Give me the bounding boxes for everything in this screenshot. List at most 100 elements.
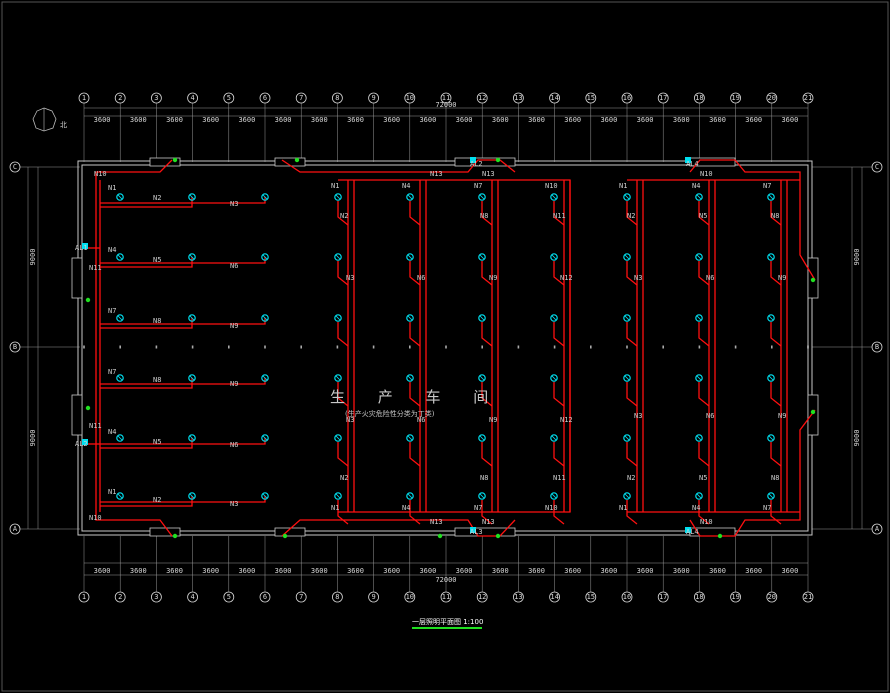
axis-label: 16: [623, 94, 631, 102]
circuit-wire: [481, 322, 493, 347]
light-fixture-cross: [768, 375, 774, 381]
axis-label: 3: [154, 593, 158, 601]
circuit-label: N6: [706, 274, 714, 282]
bay-dimension: 3600: [419, 116, 436, 124]
circuit-wire: [100, 378, 266, 385]
light-fixture-cross: [117, 493, 123, 499]
circuit-label: N3: [230, 200, 238, 208]
circuit-label: N6: [230, 441, 238, 449]
bay-dimension: 3600: [637, 567, 654, 575]
axis-label: 7: [299, 593, 303, 601]
axis-label: 19: [731, 593, 739, 601]
axis-label: 20: [768, 94, 776, 102]
circuit-label: N1: [331, 182, 339, 190]
exit-light-icon: [495, 157, 501, 163]
light-fixture-cross: [696, 254, 702, 260]
circuit-label: N8: [480, 212, 488, 220]
axis-label: 5: [227, 94, 231, 102]
light-fixture-cross: [117, 194, 123, 200]
bay-dimension: 3600: [781, 116, 798, 124]
row-dimension: 9000: [853, 249, 861, 266]
room-title: 生 产 车 间: [330, 388, 502, 406]
circuit-wire: [100, 438, 193, 449]
circuit-wire: [626, 442, 638, 467]
exit-light-icon: [85, 405, 91, 411]
column-mark: [372, 345, 375, 349]
light-fixture-cross: [696, 315, 702, 321]
circuit-label: AL2: [75, 440, 88, 448]
bay-dimension: 3600: [94, 567, 111, 575]
circuit-label: N4: [692, 504, 700, 512]
circuit-label: N9: [230, 322, 238, 330]
axis-label: 20: [768, 593, 776, 601]
light-fixture-cross: [335, 435, 341, 441]
axis-label: B: [875, 343, 879, 351]
circuit-wire: [770, 442, 782, 467]
circuit-wire: [698, 442, 710, 467]
circuit-label: N7: [474, 182, 482, 190]
circuit-wire: [100, 496, 193, 507]
circuit-wire: [481, 442, 493, 467]
bay-dimension: 3600: [311, 116, 328, 124]
drawing-title-block: 一层照明平面图 1:100: [412, 618, 483, 629]
circuit-label: N9: [778, 274, 786, 282]
circuit-label: N13: [482, 170, 495, 178]
circuit-wire: [100, 378, 193, 389]
light-fixture-cross: [551, 194, 557, 200]
bay-dimension: 3600: [709, 116, 726, 124]
circuit-wire: [100, 318, 266, 325]
circuit-label: N10: [700, 518, 713, 526]
axis-label: 19: [731, 94, 739, 102]
exit-light-icon: [172, 533, 178, 539]
light-fixture-cross: [407, 375, 413, 381]
circuit-label: N1: [108, 184, 116, 192]
circuit-label: N3: [634, 274, 642, 282]
bay-dimension: 3600: [166, 567, 183, 575]
axis-label: 16: [623, 593, 631, 601]
light-fixture-cross: [768, 435, 774, 441]
circuit-wire: [100, 318, 193, 329]
bay-dimension: 3600: [130, 567, 147, 575]
column-mark: [553, 345, 556, 349]
light-fixture-cross: [551, 375, 557, 381]
bay-dimension: 3600: [492, 567, 509, 575]
circuit-wire: [100, 197, 193, 208]
bay-dimension: 3600: [745, 567, 762, 575]
axis-label: A: [13, 525, 18, 533]
exit-light-icon: [810, 277, 816, 283]
light-fixture-cross: [551, 315, 557, 321]
axis-label: 17: [659, 94, 667, 102]
circuit-wire: [95, 172, 173, 537]
light-fixture-cross: [551, 254, 557, 260]
circuit-wire: [553, 442, 565, 467]
circuit-wire: [553, 382, 565, 407]
bay-dimension: 3600: [275, 116, 292, 124]
bay-dimension: 3600: [419, 567, 436, 575]
circuit-label: N9: [489, 274, 497, 282]
circuit-label: N3: [230, 500, 238, 508]
circuit-label: N4: [108, 246, 116, 254]
circuit-label: N10: [94, 170, 107, 178]
column-mark: [264, 345, 266, 349]
column-mark: [481, 345, 483, 349]
light-fixture-cross: [624, 375, 630, 381]
light-fixture-cross: [407, 493, 413, 499]
bay-dimension: 3600: [202, 567, 219, 575]
exit-light-icon: [437, 533, 443, 539]
axis-label: 4: [190, 593, 194, 601]
column-mark: [445, 345, 447, 349]
circuit-label: N1: [331, 504, 339, 512]
circuit-label: N11: [553, 474, 566, 482]
light-fixture-cross: [335, 315, 341, 321]
north-mark: 北: [60, 121, 67, 129]
row-dimension: 9000: [853, 430, 861, 447]
bay-dimension: 3600: [456, 567, 473, 575]
bay-dimension: 3600: [238, 116, 255, 124]
light-fixture-cross: [335, 254, 341, 260]
circuit-label: N2: [627, 474, 635, 482]
axis-label: 10: [406, 94, 414, 102]
exit-light-icon: [282, 533, 288, 539]
circuit-label: N6: [706, 412, 714, 420]
side-door: [71, 257, 83, 299]
light-fixture-cross: [407, 435, 413, 441]
